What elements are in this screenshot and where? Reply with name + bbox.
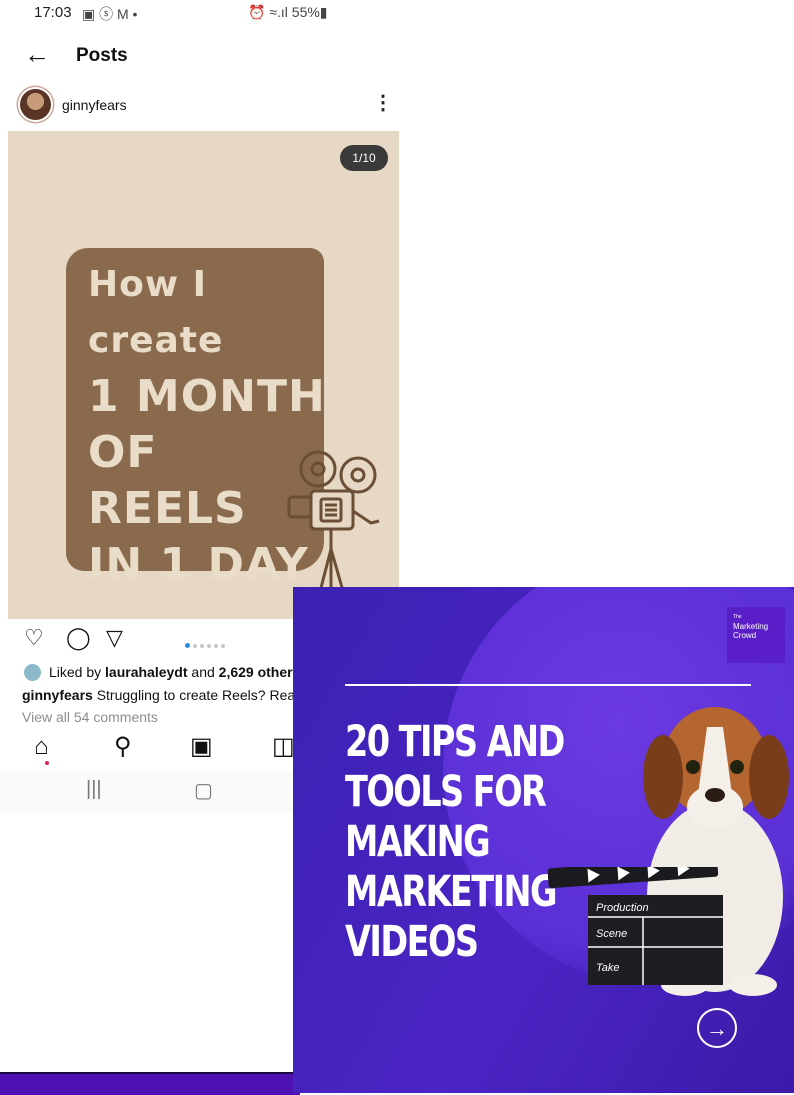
carousel-dot bbox=[214, 644, 218, 648]
reels-icon[interactable]: ▣ bbox=[190, 730, 213, 764]
page-title: Posts bbox=[76, 45, 128, 66]
carousel-dot bbox=[207, 644, 211, 648]
caption-username[interactable]: ginnyfears bbox=[22, 687, 93, 703]
card-title-line: TOOLS FOR bbox=[345, 767, 547, 817]
post-username[interactable]: ginnyfears bbox=[62, 97, 127, 113]
heart-icon[interactable]: ♡ bbox=[24, 625, 44, 651]
carousel-dot bbox=[185, 643, 190, 648]
status-bar: 17:03 ▣ ⓢ M • ⏰ ≈.ıl 55%▮ bbox=[0, 0, 400, 30]
likes-user[interactable]: laurahaleydt bbox=[105, 664, 187, 680]
headline-line: 1 MONTH bbox=[88, 371, 326, 422]
marketing-card: The Marketing Crowd 20 TIPS AND TOOLS FO… bbox=[293, 587, 794, 1093]
comment-icon[interactable]: ◯ bbox=[66, 625, 91, 651]
carousel-dot bbox=[193, 644, 197, 648]
caption-text: Struggling to create Reels? Read thi bbox=[92, 687, 322, 703]
likes-mid: and bbox=[187, 664, 219, 680]
card-title-line: VIDEOS bbox=[345, 917, 479, 967]
home-button-icon[interactable]: ▢ bbox=[194, 778, 213, 803]
avatar[interactable] bbox=[20, 89, 51, 120]
shop-icon[interactable]: ◫ bbox=[272, 730, 295, 764]
carousel-dot bbox=[221, 644, 225, 648]
notification-dot bbox=[45, 761, 49, 765]
clapper-label: Take bbox=[596, 962, 619, 974]
arrow-right-icon[interactable]: → bbox=[697, 1008, 737, 1048]
recents-icon[interactable]: ||| bbox=[86, 778, 102, 801]
home-icon[interactable]: ⌂ bbox=[34, 730, 49, 764]
clapperboard-illustration: Production Scene Take bbox=[548, 867, 723, 985]
likes-count[interactable]: 2,629 others bbox=[219, 664, 301, 680]
status-indicators: ⏰ ≈.ıl 55%▮ bbox=[248, 4, 328, 20]
card-title-line: MARKETING bbox=[345, 867, 558, 917]
likes-line: Liked by laurahaleydt and 2,629 others bbox=[24, 664, 300, 681]
posts-header: ← Posts bbox=[0, 36, 400, 76]
post-image[interactable]: 1/10 How I create 1 MONTH OF REELS IN 1 … bbox=[8, 131, 399, 619]
brand-logo: The Marketing Crowd bbox=[727, 607, 785, 663]
clapper-label: Scene bbox=[596, 928, 627, 940]
caption: ginnyfears Struggling to create Reels? R… bbox=[22, 687, 322, 703]
share-icon[interactable]: ▽ bbox=[106, 625, 123, 651]
carousel-counter: 1/10 bbox=[340, 145, 388, 171]
headline-line: How I create bbox=[88, 264, 224, 361]
carousel-dot bbox=[200, 644, 204, 648]
back-arrow-icon[interactable]: ← bbox=[24, 40, 50, 68]
card-title-line: MAKING bbox=[345, 817, 491, 867]
view-comments-link[interactable]: View all 54 comments bbox=[22, 709, 158, 725]
notification-icons: ▣ ⓢ M • bbox=[82, 6, 138, 22]
likes-prefix: Liked by bbox=[49, 664, 106, 680]
brand-small: The bbox=[733, 614, 742, 620]
status-time: 17:03 bbox=[34, 4, 72, 21]
clapper-label: Production bbox=[596, 902, 649, 914]
background-strip bbox=[0, 1072, 300, 1095]
card-title-line: 20 TIPS AND bbox=[345, 717, 565, 767]
liker-avatar bbox=[24, 664, 41, 681]
more-options-icon[interactable]: ⋮ bbox=[373, 90, 393, 115]
brand-name: Marketing Crowd bbox=[733, 622, 769, 640]
carousel-indicator bbox=[185, 635, 228, 653]
search-icon[interactable]: ⚲ bbox=[114, 730, 132, 764]
post-header: ginnyfears ⋮ bbox=[0, 87, 400, 125]
